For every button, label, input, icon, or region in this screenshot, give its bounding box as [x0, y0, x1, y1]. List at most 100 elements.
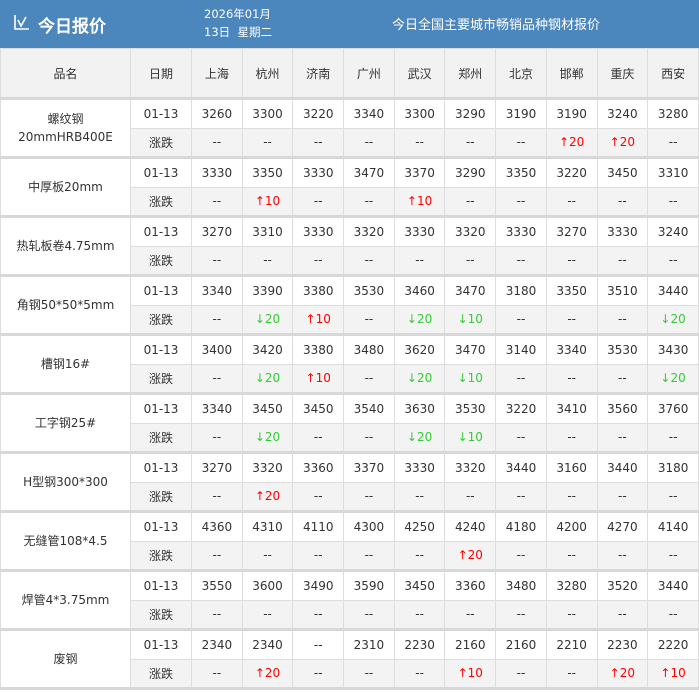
price-cell: 3330	[495, 216, 547, 247]
change-cell: --	[596, 540, 649, 571]
change-cell: --	[495, 422, 547, 453]
price-cell: 3330	[292, 216, 345, 247]
price-cell: 2160	[495, 629, 547, 660]
price-cell: 3440	[647, 570, 699, 601]
price-cell: 4200	[545, 511, 598, 542]
change-cell: --	[292, 658, 345, 689]
price-cell: 3340	[191, 275, 243, 306]
change-cell: --	[191, 186, 243, 217]
product-name: 中厚板20mm	[0, 157, 131, 217]
table-header-row: 品名 日期 上海 杭州 济南 广州 武汉 郑州 北京 邯郸 重庆 西安	[0, 48, 699, 99]
product-block: 槽钢16# 01-13 3400 3420 3380 3480 3620 3470 3140 33…	[0, 334, 699, 394]
change-label: 涨跌	[130, 304, 192, 335]
price-cell: 4250	[393, 511, 446, 542]
price-cell: 3240	[647, 216, 699, 247]
price-cell: 4110	[292, 511, 345, 542]
price-cell: 3310	[647, 157, 699, 188]
change-cell: --	[495, 540, 547, 571]
price-cell: 3450	[292, 393, 345, 424]
change-cell: --	[596, 599, 649, 630]
price-row: 槽钢16# 01-13 3400 3420 3380 3480 3620 3470 3140 33…	[0, 334, 699, 394]
change-cell: --	[647, 245, 699, 276]
change-cell: --	[545, 245, 598, 276]
change-cell: --	[444, 599, 497, 630]
column-header-city: 广州	[343, 48, 395, 99]
price-cell: 2210	[545, 629, 598, 660]
date-cell: 01-13	[130, 452, 192, 483]
price-cell: 4140	[647, 511, 699, 542]
product-name: 工字钢25#	[0, 393, 131, 453]
change-cell: --	[647, 540, 699, 571]
change-cell: --	[191, 363, 243, 394]
change-cell: --	[191, 658, 243, 689]
price-table: 品名 日期 上海 杭州 济南 广州 武汉 郑州 北京 邯郸 重庆 西安 螺纹钢 20mmHRB40…	[0, 48, 699, 690]
product-block: 焊管4*3.75mm 01-13 3550 3600 3490 3590 3450 3360 3…	[0, 570, 699, 630]
change-cell: --	[343, 658, 395, 689]
price-cell: 4310	[241, 511, 294, 542]
change-cell: --	[495, 481, 547, 512]
change-cell: ↑10	[241, 186, 294, 217]
price-cell: 4360	[191, 511, 243, 542]
change-cell: --	[241, 599, 294, 630]
date-cell: 01-13	[130, 629, 192, 660]
product-block: 螺纹钢 20mmHRB400E 01-13 3260 3300 3220 3340 3300…	[0, 98, 699, 158]
change-cell: --	[292, 245, 345, 276]
price-cell: 3420	[241, 334, 294, 365]
price-cell: 3140	[495, 334, 547, 365]
price-row: 螺纹钢 20mmHRB400E 01-13 3260 3300 3220 3340 3300…	[0, 98, 699, 158]
product-block: H型钢300*300 01-13 3270 3320 3360 3370 3330 3320 3…	[0, 452, 699, 512]
price-cell: 3300	[241, 98, 294, 129]
change-cell: --	[596, 363, 649, 394]
date-cell: 01-13	[130, 157, 192, 188]
price-cell: 3530	[444, 393, 497, 424]
date-cell: 01-13	[130, 98, 192, 129]
date-cell: 01-13	[130, 275, 192, 306]
price-cell: --	[292, 629, 345, 660]
price-cell: 3460	[393, 275, 446, 306]
price-cell: 3620	[393, 334, 446, 365]
price-cell: 3330	[393, 216, 446, 247]
price-cell: 3440	[495, 452, 547, 483]
change-cell: ↑10	[292, 304, 345, 335]
change-cell: --	[596, 186, 649, 217]
price-cell: 3320	[444, 216, 497, 247]
price-cell: 3300	[393, 98, 446, 129]
price-cell: 3360	[292, 452, 345, 483]
price-cell: 2230	[393, 629, 446, 660]
change-cell: --	[343, 363, 395, 394]
change-label: 涨跌	[130, 186, 192, 217]
price-cell: 3470	[444, 275, 497, 306]
price-cell: 4270	[596, 511, 649, 542]
price-cell: 3440	[596, 452, 649, 483]
column-header-name: 品名	[0, 48, 131, 99]
price-cell: 3560	[596, 393, 649, 424]
price-cell: 3370	[393, 157, 446, 188]
change-cell: ↓20	[647, 304, 699, 335]
change-cell: --	[343, 540, 395, 571]
change-cell: --	[545, 186, 598, 217]
change-cell: ↑20	[444, 540, 497, 571]
change-cell: --	[292, 127, 345, 158]
change-cell: --	[545, 540, 598, 571]
price-cell: 3350	[241, 157, 294, 188]
price-cell: 3450	[241, 393, 294, 424]
product-name: 无缝管108*4.5	[0, 511, 131, 571]
change-cell: --	[292, 422, 345, 453]
change-cell: --	[393, 599, 446, 630]
change-label: 涨跌	[130, 363, 192, 394]
price-row: 热轧板卷4.75mm 01-13 3270 3310 3330 3320 3330 3320 3…	[0, 216, 699, 276]
price-cell: 3360	[444, 570, 497, 601]
change-cell: --	[292, 599, 345, 630]
date-cell: 01-13	[130, 216, 192, 247]
chart-icon	[14, 14, 30, 35]
change-cell: ↑20	[545, 127, 598, 158]
price-row: 中厚板20mm 01-13 3330 3350 3330 3470 3370 3290 3350…	[0, 157, 699, 217]
price-cell: 2310	[343, 629, 395, 660]
product-block: 热轧板卷4.75mm 01-13 3270 3310 3330 3320 3330 3320 3…	[0, 216, 699, 276]
change-cell: --	[191, 304, 243, 335]
column-header-city: 西安	[647, 48, 699, 99]
price-cell: 3180	[647, 452, 699, 483]
change-cell: --	[343, 599, 395, 630]
page-title: 今日报价	[14, 12, 106, 37]
change-cell: --	[241, 540, 294, 571]
